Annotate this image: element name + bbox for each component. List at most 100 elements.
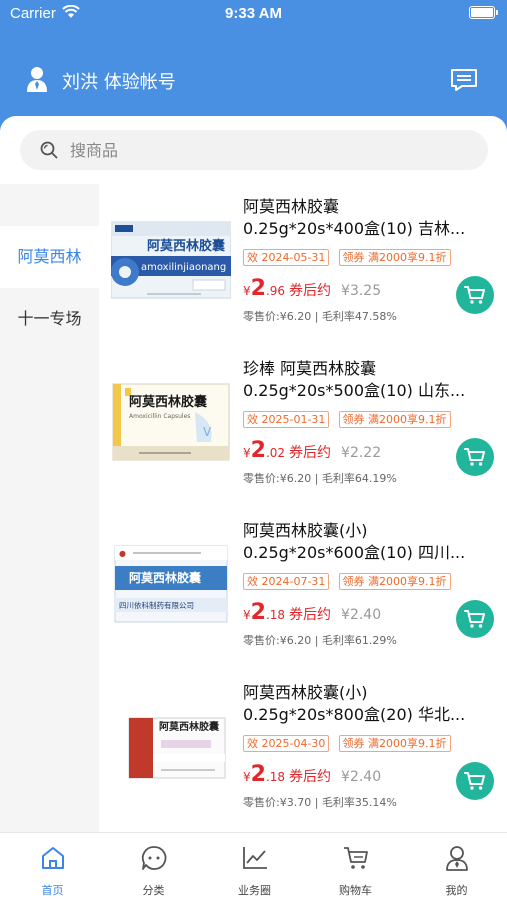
search-bar[interactable] xyxy=(20,130,488,170)
app-header: 刘洪 体验帐号 xyxy=(0,30,507,120)
category-sidebar: 阿莫西林 十一专场 xyxy=(0,184,99,832)
product-name-line1: 阿莫西林胶囊 xyxy=(243,197,340,216)
bottom-tab-bar: 首页 分类 业务圈 购物车 我的 xyxy=(0,832,507,900)
tab-label: 购物车 xyxy=(339,884,372,897)
search-input[interactable] xyxy=(70,130,470,170)
cart-icon xyxy=(464,772,485,790)
cart-icon xyxy=(464,448,485,466)
cart-icon xyxy=(464,610,485,628)
product-item[interactable]: 阿莫西林胶囊 Amoxicillin Capsules V 珍棒 阿莫西林胶囊 … xyxy=(99,346,507,508)
box-title: 阿莫西林胶囊 xyxy=(129,394,208,410)
original-price: ¥2.22 xyxy=(341,445,382,461)
product-name-line2: 0.25g*20s*400盒(10) 吉林... xyxy=(243,219,466,238)
product-name: 阿莫西林胶囊(小) 0.25g*20s*600盒(10) 四川... xyxy=(243,520,495,564)
coupon-badge[interactable]: 领券 满2000享9.1折 xyxy=(338,411,451,428)
coupon-badge[interactable]: 领券 满2000享9.1折 xyxy=(338,735,451,752)
battery-icon xyxy=(469,6,498,19)
box-subtitle: 四川依科制药有限公司 xyxy=(119,600,194,610)
retail-info: 零售价:¥3.70 | 毛利率35.14% xyxy=(243,796,397,809)
box-title: 阿莫西林胶囊 xyxy=(159,720,220,733)
product-image[interactable]: 阿莫西林胶囊 Amoxicillin Capsules V xyxy=(111,382,231,462)
product-name-line2: 0.25g*20s*600盒(10) 四川... xyxy=(243,543,466,562)
retail-info: 零售价:¥6.20 | 毛利率64.19% xyxy=(243,472,397,485)
product-name-line2: 0.25g*20s*800盒(20) 华北... xyxy=(243,705,466,724)
clock: 9:33 AM xyxy=(225,5,282,22)
after-coupon-label: 券后约 xyxy=(289,283,332,299)
main-panel: 阿莫西林 十一专场 阿莫西林胶囊 amoxilinjiaonang 阿莫西林胶囊… xyxy=(0,116,507,900)
expiry-badge: 效 2025-01-31 xyxy=(243,411,330,428)
product-image[interactable]: 阿莫西林胶囊 amoxilinjiaonang xyxy=(111,220,231,300)
price-decimal: .18 xyxy=(265,608,286,622)
product-list: 阿莫西林胶囊 amoxilinjiaonang 阿莫西林胶囊 0.25g*20s… xyxy=(99,184,507,832)
search-icon xyxy=(40,141,58,159)
price-currency: ¥ xyxy=(243,446,251,460)
after-coupon-label: 券后约 xyxy=(289,769,332,785)
coupon-badge[interactable]: 领券 满2000享9.1折 xyxy=(338,249,451,266)
chart-icon xyxy=(243,847,267,869)
product-item[interactable]: ● 阿莫西林胶囊 四川依科制药有限公司 阿莫西林胶囊(小) 0.25g*20s*… xyxy=(99,508,507,670)
product-name-line1: 阿莫西林胶囊(小) xyxy=(243,521,368,540)
product-name: 珍棒 阿莫西林胶囊 0.25g*20s*500盒(10) 山东... xyxy=(243,358,495,402)
price-currency: ¥ xyxy=(243,608,251,622)
price-row: ¥2.18 券后约 ¥2.40 xyxy=(243,600,382,625)
price-integer: 2 xyxy=(250,438,266,463)
product-image[interactable]: ● 阿莫西林胶囊 四川依科制药有限公司 xyxy=(111,544,231,624)
product-item[interactable]: 阿莫西林胶囊 阿莫西林胶囊(小) 0.25g*20s*800盒(20) 华北..… xyxy=(99,670,507,832)
tab-label: 首页 xyxy=(41,884,64,897)
product-tags: 效 2025-01-31 领券 满2000享9.1折 xyxy=(243,408,503,428)
user-icon[interactable] xyxy=(26,66,48,92)
product-name: 阿莫西林胶囊 0.25g*20s*400盒(10) 吉林... xyxy=(243,196,495,240)
expiry-badge: 效 2025-04-30 xyxy=(243,735,330,752)
expiry-badge: 效 2024-07-31 xyxy=(243,573,330,590)
price-currency: ¥ xyxy=(243,770,251,784)
user-name[interactable]: 刘洪 体验帐号 xyxy=(62,68,176,94)
message-icon[interactable] xyxy=(450,68,478,92)
original-price: ¥2.40 xyxy=(341,607,382,623)
add-to-cart-button[interactable] xyxy=(456,438,494,476)
after-coupon-label: 券后约 xyxy=(289,445,332,461)
product-item[interactable]: 阿莫西林胶囊 amoxilinjiaonang 阿莫西林胶囊 0.25g*20s… xyxy=(99,184,507,346)
product-name-line1: 阿莫西林胶囊(小) xyxy=(243,683,368,702)
category-icon xyxy=(141,846,167,870)
product-image[interactable]: 阿莫西林胶囊 xyxy=(111,706,231,786)
category-special-11[interactable]: 十一专场 xyxy=(0,288,99,350)
home-icon xyxy=(42,847,64,869)
coupon-badge[interactable]: 领券 满2000享9.1折 xyxy=(338,573,451,590)
tab-profile[interactable]: 我的 xyxy=(406,833,507,900)
product-name-line1: 珍棒 阿莫西林胶囊 xyxy=(243,359,377,378)
add-to-cart-button[interactable] xyxy=(456,600,494,638)
product-tags: 效 2025-04-30 领券 满2000享9.1折 xyxy=(243,732,503,752)
svg-text:●: ● xyxy=(119,549,126,558)
tab-label: 业务圈 xyxy=(238,884,271,897)
tab-cart[interactable]: 购物车 xyxy=(305,833,406,900)
box-subtitle: amoxilinjiaonang xyxy=(141,262,226,273)
product-tags: 效 2024-05-31 领券 满2000享9.1折 xyxy=(243,246,503,266)
original-price: ¥3.25 xyxy=(341,283,382,299)
original-price: ¥2.40 xyxy=(341,769,382,785)
add-to-cart-button[interactable] xyxy=(456,276,494,314)
price-row: ¥2.18 券后约 ¥2.40 xyxy=(243,762,382,787)
tab-category[interactable]: 分类 xyxy=(103,833,204,900)
cart-icon xyxy=(464,286,485,304)
tab-business[interactable]: 业务圈 xyxy=(204,833,305,900)
retail-info: 零售价:¥6.20 | 毛利率47.58% xyxy=(243,310,397,323)
status-bar: Carrier 9:33 AM xyxy=(0,0,507,30)
price-integer: 2 xyxy=(250,762,266,787)
product-name-line2: 0.25g*20s*500盒(10) 山东... xyxy=(243,381,466,400)
price-decimal: .18 xyxy=(265,770,286,784)
price-integer: 2 xyxy=(250,276,266,301)
product-tags: 效 2024-07-31 领券 满2000享9.1折 xyxy=(243,570,503,590)
tab-label: 分类 xyxy=(142,884,165,897)
svg-text:V: V xyxy=(203,425,212,439)
add-to-cart-button[interactable] xyxy=(456,762,494,800)
price-decimal: .96 xyxy=(265,284,286,298)
cart-icon xyxy=(344,847,368,869)
profile-icon xyxy=(446,846,468,871)
price-currency: ¥ xyxy=(243,284,251,298)
after-coupon-label: 券后约 xyxy=(289,607,332,623)
tab-home[interactable]: 首页 xyxy=(2,833,103,900)
box-subtitle: Amoxicillin Capsules xyxy=(129,413,190,420)
box-title: 阿莫西林胶囊 xyxy=(147,238,226,254)
price-row: ¥2.96 券后约 ¥3.25 xyxy=(243,276,382,301)
category-amoxicillin[interactable]: 阿莫西林 xyxy=(0,226,99,288)
